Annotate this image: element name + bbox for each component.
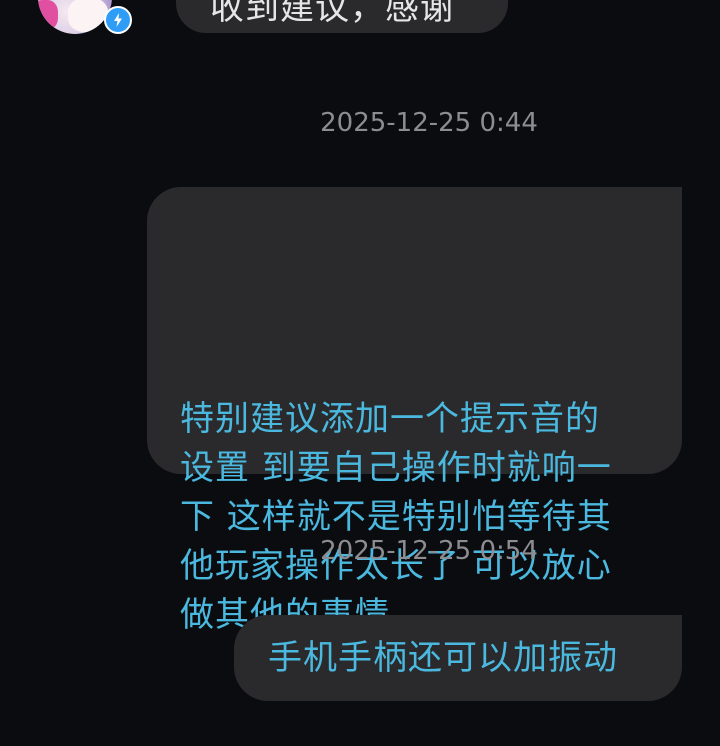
message-line: 设置 到要自己操作时就响一 [180, 448, 612, 488]
incoming-message-bubble[interactable]: 收到建议，感谢 [176, 0, 508, 33]
outgoing-message-bubble[interactable]: 手机手柄还可以加振动 [234, 615, 682, 701]
lightning-glyph [114, 13, 122, 27]
avatar-face [68, 0, 108, 32]
message-line: 下 这样就不是特别怕等待其 [180, 497, 612, 537]
avatar-hair [38, 0, 58, 30]
outgoing-message-text: 手机手柄还可以加振动 [268, 638, 618, 678]
contact-avatar[interactable] [38, 0, 112, 34]
incoming-message-text: 收到建议，感谢 [210, 0, 455, 28]
message-timestamp: 2025-12-25 0:54 [320, 536, 538, 566]
message-timestamp: 2025-12-25 0:44 [320, 108, 538, 138]
outgoing-message-text: 特别建议添加一个提示音的 设置 到要自己操作时就响一 下 这样就不是特别怕等待其… [180, 395, 612, 640]
outgoing-message-bubble[interactable]: 特别建议添加一个提示音的 设置 到要自己操作时就响一 下 这样就不是特别怕等待其… [147, 187, 682, 635]
lightning-icon [104, 6, 132, 34]
message-line: 特别建议添加一个提示音的 [180, 399, 600, 439]
